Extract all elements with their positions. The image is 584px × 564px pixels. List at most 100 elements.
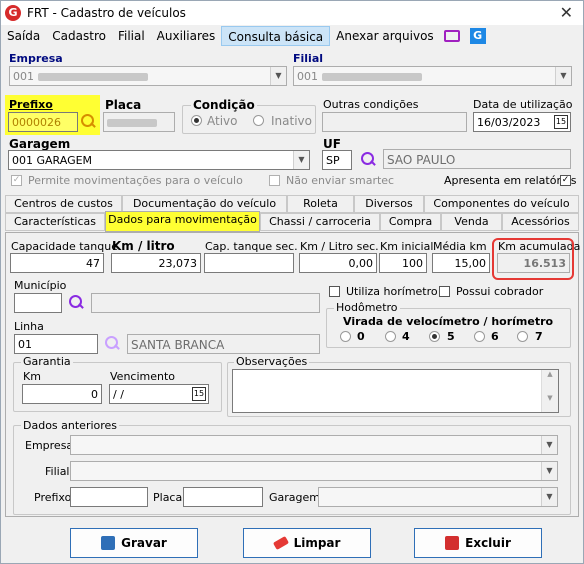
limpar-button[interactable]: Limpar — [243, 528, 371, 558]
window-title: FRT - Cadastro de veículos — [27, 6, 186, 20]
trash-icon — [445, 536, 460, 550]
filial-value: 001 — [297, 70, 318, 83]
inativo-radio[interactable] — [253, 115, 264, 126]
tab-compra[interactable]: Compra — [380, 213, 441, 231]
filial-select[interactable]: 001 ▼ — [293, 66, 572, 86]
tab-caracteristicas[interactable]: Características — [5, 213, 105, 231]
gravar-button[interactable]: Gravar — [70, 528, 198, 558]
menu-auxiliares[interactable]: Auxiliares — [151, 26, 222, 46]
calendar-icon[interactable]: 15 — [192, 387, 206, 401]
chevron-down-icon: ▼ — [270, 67, 286, 85]
virada-radio-7[interactable] — [517, 331, 528, 342]
uf-search-icon[interactable] — [361, 152, 377, 168]
media-km-label: Média km — [433, 240, 487, 253]
virada-opt-0: 0 — [357, 330, 365, 343]
anterior-placa-input[interactable] — [183, 487, 263, 507]
tab-roleta[interactable]: Roleta — [287, 195, 354, 213]
redacted-text — [321, 73, 422, 81]
chevron-down-icon: ▼ — [541, 488, 557, 506]
km-acumulada-highlight — [492, 238, 574, 280]
anterior-filial-select[interactable]: ▼ — [70, 461, 558, 481]
virada-radio-5[interactable] — [429, 331, 440, 342]
tab-dados-para-movimentacao[interactable]: Dados para movimentação — [105, 211, 260, 232]
km-litro-input[interactable]: 23,073 — [111, 253, 201, 273]
municipio-input[interactable] — [14, 293, 62, 313]
outras-condicoes-label: Outras condições — [323, 98, 419, 111]
capacidade-tanque-label: Capacidade tanque — [11, 240, 118, 253]
virada-opt-4: 4 — [402, 330, 410, 343]
observacoes-textarea[interactable] — [232, 369, 559, 413]
anterior-empresa-select[interactable]: ▼ — [70, 435, 558, 455]
empresa-label: Empresa — [9, 52, 63, 65]
chevron-down-icon: ▼ — [555, 67, 571, 85]
uf-input[interactable]: SP — [322, 150, 352, 170]
tab-acessorios[interactable]: Acessórios — [502, 213, 579, 231]
linha-input[interactable]: 01 — [14, 334, 98, 354]
tab-componentes-do-veiculo[interactable]: Componentes do veículo — [424, 195, 579, 213]
menu-saida[interactable]: Saída — [1, 26, 46, 46]
outras-condicoes-input[interactable] — [322, 112, 467, 132]
possui-cobrador-checkbox[interactable] — [439, 286, 450, 297]
menu-consulta-basica[interactable]: Consulta básica — [221, 26, 331, 46]
capacidade-tanque-input[interactable]: 47 — [10, 253, 104, 273]
uf-name-display: SAO PAULO — [383, 149, 571, 169]
permite-movimentacoes-checkbox[interactable]: ✓ — [11, 175, 22, 186]
utiliza-horimetro-checkbox[interactable] — [329, 286, 340, 297]
data-utilizacao-label: Data de utilização — [473, 98, 573, 111]
prefixo-search-icon[interactable] — [81, 114, 97, 130]
km-inicial-input[interactable]: 100 — [379, 253, 427, 273]
chevron-down-icon: ▼ — [541, 436, 557, 454]
menu-bar: Saída Cadastro Filial Auxiliares Consult… — [1, 25, 583, 47]
cap-tanque-sec-input[interactable] — [204, 253, 294, 273]
anterior-prefixo-input[interactable] — [70, 487, 148, 507]
ativo-label: Ativo — [207, 114, 238, 128]
garagem-label: Garagem — [9, 137, 71, 151]
menu-cadastro[interactable]: Cadastro — [46, 26, 112, 46]
garantia-km-input[interactable]: 0 — [22, 384, 102, 404]
tab-chassi-carroceria[interactable]: Chassi / carroceria — [260, 213, 380, 231]
virada-label: Virada de velocímetro / horímetro — [343, 315, 554, 328]
linha-search-icon[interactable] — [105, 336, 121, 352]
municipio-search-icon[interactable] — [69, 295, 85, 311]
km-litro-sec-label: Km / Litro sec. — [300, 240, 379, 253]
anterior-placa-label: Placa — [153, 491, 183, 504]
utiliza-horimetro-label: Utiliza horímetro — [346, 285, 438, 298]
anterior-garagem-select[interactable]: ▼ — [318, 487, 558, 507]
nao-enviar-smartec-label: Não enviar smartec — [286, 174, 395, 187]
close-icon[interactable]: ✕ — [560, 3, 573, 22]
save-icon — [101, 536, 116, 550]
chevron-down-icon: ▼ — [541, 462, 557, 480]
menu-anexar-arquivos[interactable]: Anexar arquivos — [330, 26, 440, 46]
virada-radio-4[interactable] — [385, 331, 396, 342]
redacted-text — [37, 73, 148, 81]
calendar-icon[interactable]: 15 — [554, 115, 568, 129]
g-app-icon[interactable]: G — [469, 28, 486, 44]
excluir-button[interactable]: Excluir — [414, 528, 542, 558]
nao-enviar-smartec-checkbox[interactable] — [269, 175, 280, 186]
garagem-select[interactable]: 001 GARAGEM ▼ — [8, 150, 310, 170]
tab-venda[interactable]: Venda — [441, 213, 502, 231]
excluir-label: Excluir — [465, 536, 511, 550]
tab-diversos[interactable]: Diversos — [354, 195, 424, 213]
empresa-select[interactable]: 001 ▼ — [9, 66, 287, 86]
ativo-radio[interactable] — [191, 115, 202, 126]
menu-filial[interactable]: Filial — [112, 26, 151, 46]
linha-label: Linha — [14, 320, 44, 333]
virada-radio-6[interactable] — [474, 331, 485, 342]
virada-opt-7: 7 — [535, 330, 543, 343]
media-km-input[interactable]: 15,00 — [432, 253, 490, 273]
app-logo-icon: G — [5, 5, 21, 21]
prefixo-input[interactable]: 0000026 — [8, 112, 78, 132]
permite-movimentacoes-label: Permite movimentações para o veículo — [28, 174, 243, 187]
apresenta-relatorios-checkbox[interactable]: ✓ — [560, 175, 571, 186]
anterior-garagem-label: Garagem — [269, 491, 320, 504]
virada-radio-0[interactable] — [340, 331, 351, 342]
km-litro-sec-input[interactable]: 0,00 — [299, 253, 377, 273]
eraser-icon — [272, 536, 289, 550]
uf-label: UF — [323, 137, 341, 151]
gravar-label: Gravar — [121, 536, 167, 550]
monitor-icon[interactable] — [443, 30, 460, 42]
limpar-label: Limpar — [293, 536, 341, 550]
observacoes-scrollbar[interactable]: ▲ ▼ — [541, 370, 558, 412]
placa-input[interactable] — [103, 112, 175, 132]
